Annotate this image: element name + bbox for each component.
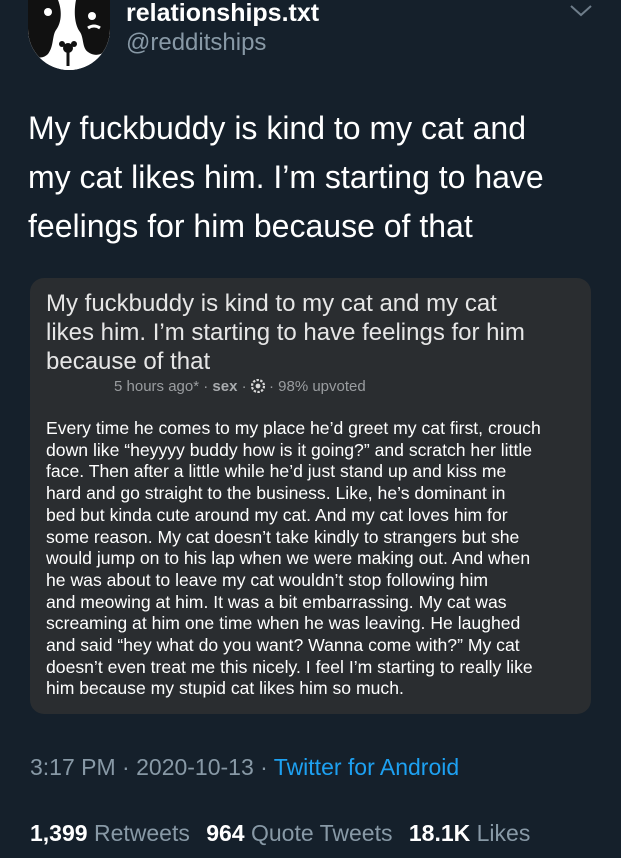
post-body-line: bed but kinda cute around my cat. And my…: [46, 504, 508, 525]
post-body-line: doesn’t even treat me this nicely. I fee…: [46, 656, 533, 677]
post-body-line: would jump on to his lap when we were ma…: [46, 548, 531, 569]
post-subreddit: sex: [212, 378, 238, 395]
tweet-time[interactable]: 3:17 PM: [30, 754, 116, 780]
tweet-text-line: feelings for him because of that: [28, 208, 473, 244]
post-body-line: some reason. My cat doesn’t take kindly …: [46, 526, 520, 547]
author-display-name[interactable]: relationships.txt: [126, 0, 319, 26]
tweet-stats: 1,399 Retweets 964 Quote Tweets 18.1K Li…: [30, 820, 530, 846]
retweets-count: 1,399: [30, 820, 88, 846]
meta-separator: ·: [260, 754, 274, 780]
likes-count: 18.1K: [408, 820, 471, 846]
meta-separator: ·: [241, 378, 251, 395]
tweet-text-line: my cat likes him. I’m starting to have: [28, 159, 544, 195]
post-body-line: him because my stupid cat likes him so m…: [46, 678, 404, 699]
author-handle[interactable]: @redditships: [126, 30, 266, 56]
meta-separator: ·: [122, 754, 137, 780]
quote-tweets-stat[interactable]: 964 Quote Tweets: [206, 820, 392, 846]
two-faces-avatar-icon: [28, 0, 110, 70]
post-body-line: face. Then after a little while he’d jus…: [46, 461, 507, 482]
post-body-line: down like “heyyyy buddy how is it going?…: [46, 439, 533, 460]
post-title: My fuckbuddy is kind to my cat and my ca…: [46, 289, 576, 376]
tweet-text: My fuckbuddy is kind to my cat and my ca…: [28, 104, 598, 251]
retweets-stat[interactable]: 1,399 Retweets: [30, 820, 190, 846]
tweet-source-link[interactable]: Twitter for Android: [274, 754, 459, 780]
quote-tweets-label: Quote Tweets: [250, 820, 393, 846]
gear-award-icon: [250, 379, 265, 393]
post-body: Every time he comes to my place he’d gre…: [46, 418, 581, 700]
tweet-text-line: My fuckbuddy is kind to my cat and: [28, 110, 526, 146]
embedded-reddit-post-image[interactable]: My fuckbuddy is kind to my cat and my ca…: [30, 278, 591, 714]
quote-tweets-count: 964: [206, 820, 245, 846]
avatar[interactable]: [28, 0, 110, 70]
chevron-down-icon[interactable]: [569, 2, 593, 20]
tweet: relationships.txt @redditships My fuckbu…: [0, 0, 621, 858]
post-body-line: Every time he comes to my place he’d gre…: [46, 418, 541, 438]
post-body-line: he was about to leave my cat wouldn’t st…: [46, 569, 489, 590]
post-title-line: My fuckbuddy is kind to my cat and my ca…: [46, 290, 497, 317]
post-body-line: and said “hey what do you want? Wanna co…: [46, 635, 520, 656]
post-body-line: hard and go straight to the business. Li…: [46, 483, 506, 504]
post-title-line: because of that: [46, 348, 211, 375]
meta-separator: ·: [268, 378, 279, 395]
post-title-line: likes him. I’m starting to have feelings…: [46, 319, 525, 346]
post-time: 5 hours ago*: [114, 378, 200, 395]
likes-label: Likes: [476, 820, 531, 846]
likes-stat[interactable]: 18.1K Likes: [409, 820, 530, 846]
post-meta: 5 hours ago* · sex · · 98% upvoted: [114, 378, 366, 396]
post-body-line: and meowing at him. It was a bit embarra…: [46, 591, 507, 612]
tweet-timestamp: 3:17 PM · 2020-10-13 · Twitter for Andro…: [30, 754, 459, 780]
post-upvoted: 98% upvoted: [278, 378, 366, 395]
retweets-label: Retweets: [93, 820, 190, 846]
tweet-date[interactable]: 2020-10-13: [136, 754, 254, 780]
post-body-line: screaming at him one time when he was le…: [46, 613, 521, 634]
